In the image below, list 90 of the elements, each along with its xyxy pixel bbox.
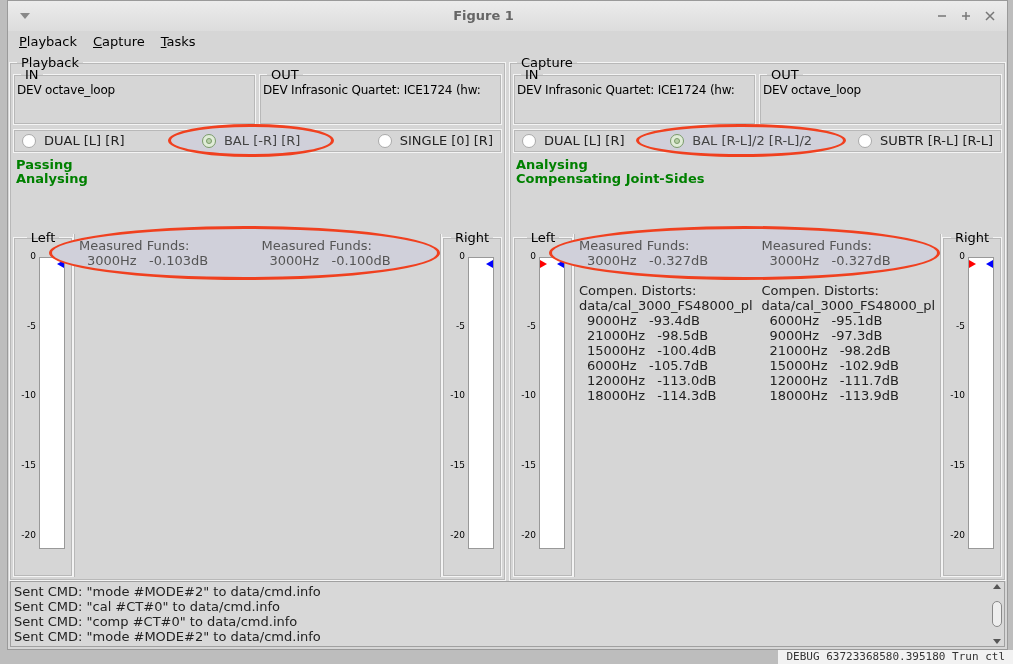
distort-value: 9000Hz -97.3dB bbox=[768, 327, 884, 343]
scrollbar[interactable] bbox=[990, 582, 1004, 646]
distort-value: 12000Hz -111.7dB bbox=[768, 372, 900, 388]
panel-title: Playback bbox=[20, 54, 80, 70]
device-name: DEV Infrasonic Quartet: ICE1724 (hw: bbox=[263, 81, 482, 99]
distort-value: 18000Hz -113.9dB bbox=[768, 387, 900, 403]
distort-value: 15000Hz -100.4dB bbox=[586, 342, 718, 358]
scale-label: -15 bbox=[520, 458, 536, 472]
terminal-text: DEBUG 63723368580.395180 Trun ctl bbox=[778, 650, 1013, 664]
radio-icon bbox=[522, 133, 536, 148]
panel-title: Capture bbox=[520, 54, 574, 70]
menu-item[interactable]: Tasks bbox=[160, 32, 196, 52]
radio-icon bbox=[857, 133, 872, 148]
funds-heading: Measured Funds: bbox=[79, 237, 191, 253]
distorts-heading: Compen. Distorts: bbox=[761, 282, 880, 298]
device-label: IN bbox=[25, 69, 39, 81]
meter-label: Right bbox=[453, 228, 491, 247]
device-label: OUT bbox=[770, 69, 800, 81]
maximize-icon[interactable] bbox=[961, 11, 971, 21]
log-line: Sent CMD: "cal #CT#0" to data/cmd.info bbox=[14, 599, 281, 614]
device-label: OUT bbox=[270, 69, 300, 81]
distorts-file: data/cal_3000_FS48000_pl bbox=[579, 297, 754, 313]
meter-label: Right bbox=[953, 228, 991, 247]
log-line: Sent CMD: "mode #MODE#2" to data/cmd.info bbox=[14, 584, 322, 599]
scale-label: -10 bbox=[20, 389, 36, 403]
device-name: DEV octave_loop bbox=[763, 81, 862, 99]
scroll-thumb[interactable] bbox=[992, 601, 1002, 627]
scale-label: -15 bbox=[449, 458, 465, 472]
scroll-down-icon[interactable] bbox=[993, 639, 1001, 644]
menu-item[interactable]: Capture bbox=[93, 32, 145, 52]
scale-label: -10 bbox=[449, 389, 465, 403]
log-line: Sent CMD: "mode #MODE#2" to data/cmd.info bbox=[14, 629, 322, 644]
scale-label: 0 bbox=[958, 250, 965, 263]
device-label: IN bbox=[525, 69, 539, 81]
scale-label: 0 bbox=[458, 250, 465, 263]
mode-radio[interactable]: SINGLE [0] [R] bbox=[373, 130, 497, 151]
scroll-up-icon[interactable] bbox=[993, 584, 1001, 589]
scale-label: 0 bbox=[529, 250, 536, 263]
scale-label: -5 bbox=[955, 319, 965, 333]
status-text: Analysing bbox=[16, 171, 89, 186]
scale-label: -5 bbox=[455, 319, 465, 333]
mode-radio[interactable]: BAL [R-L]/2 [R-L]/2 bbox=[666, 130, 817, 151]
scale-label: -20 bbox=[520, 528, 536, 542]
distort-value: 12000Hz -113.0dB bbox=[586, 372, 718, 388]
status-text: Passing bbox=[16, 157, 73, 172]
level-marker-icon bbox=[986, 260, 993, 268]
scale-label: -5 bbox=[526, 319, 536, 333]
distort-value: 6000Hz -95.1dB bbox=[769, 312, 883, 328]
mode-radio[interactable]: DUAL [L] [R] bbox=[518, 130, 629, 151]
funds-heading: Measured Funds: bbox=[579, 237, 691, 253]
distort-value: 15000Hz -102.9dB bbox=[768, 357, 900, 373]
mode-radio[interactable]: SUBTR [R-L] [R-L] bbox=[853, 130, 997, 151]
status-text: Analysing bbox=[516, 157, 588, 172]
level-marker-icon bbox=[486, 260, 493, 268]
scale-label: -5 bbox=[26, 319, 36, 333]
menu-item[interactable]: Playback bbox=[19, 32, 77, 52]
scale-label: -20 bbox=[949, 528, 965, 542]
scale-label: -10 bbox=[949, 389, 965, 403]
device-name: DEV octave_loop bbox=[17, 81, 116, 99]
distort-value: 21000Hz -98.2dB bbox=[768, 342, 892, 358]
meter-label: Left bbox=[29, 228, 57, 247]
distorts-file: data/cal_3000_FS48000_pl bbox=[761, 297, 936, 313]
status-text: Compensating Joint-Sides bbox=[516, 171, 706, 186]
scale-label: -15 bbox=[20, 458, 36, 472]
funds-value: 3000Hz -0.100dB bbox=[268, 252, 392, 268]
window-title: Figure 1 bbox=[452, 7, 515, 26]
distort-value: 9000Hz -93.4dB bbox=[587, 312, 700, 328]
distort-value: 6000Hz -105.7dB bbox=[586, 357, 710, 373]
distort-value: 18000Hz -114.3dB bbox=[586, 387, 718, 403]
close-icon[interactable] bbox=[985, 11, 995, 21]
funds-value: 3000Hz -0.103dB bbox=[86, 252, 210, 268]
scale-label: -10 bbox=[520, 389, 536, 403]
radio-icon bbox=[22, 133, 36, 148]
distorts-heading: Compen. Distorts: bbox=[579, 282, 698, 298]
radio-icon bbox=[377, 133, 392, 148]
scale-label: -20 bbox=[449, 528, 465, 542]
funds-heading: Measured Funds: bbox=[761, 237, 873, 253]
scale-label: -15 bbox=[949, 458, 965, 472]
scale-label: -20 bbox=[20, 528, 36, 542]
mode-radio[interactable]: BAL [-R] [R] bbox=[197, 130, 305, 151]
log-line: Sent CMD: "comp #CT#0" to data/cmd.info bbox=[14, 614, 299, 629]
mode-radio[interactable]: DUAL [L] [R] bbox=[18, 130, 129, 151]
funds-heading: Measured Funds: bbox=[261, 237, 373, 253]
scale-label: 0 bbox=[29, 250, 36, 263]
distort-value: 21000Hz -98.5dB bbox=[586, 327, 710, 343]
funds-value: 3000Hz -0.327dB bbox=[768, 252, 892, 268]
meter-label: Left bbox=[529, 228, 557, 247]
menu-caret-icon[interactable] bbox=[20, 12, 30, 20]
funds-value: 3000Hz -0.327dB bbox=[586, 252, 710, 268]
device-name: DEV Infrasonic Quartet: ICE1724 (hw: bbox=[517, 81, 736, 99]
